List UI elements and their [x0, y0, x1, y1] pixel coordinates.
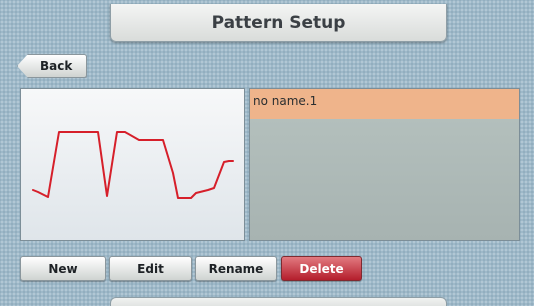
pattern-waveform-line: [32, 131, 234, 199]
delete-button[interactable]: Delete: [281, 256, 362, 281]
list-item-label: no name.1: [253, 94, 318, 108]
new-button[interactable]: New: [20, 256, 106, 281]
back-button[interactable]: Back: [17, 54, 87, 78]
bottom-tab: [110, 297, 447, 306]
edit-button[interactable]: Edit: [109, 256, 192, 281]
pattern-preview: [20, 88, 245, 241]
pattern-list[interactable]: no name.1: [249, 88, 520, 241]
list-item[interactable]: no name.1: [250, 89, 519, 119]
pattern-waveform: [32, 131, 234, 199]
page-title: Pattern Setup: [110, 4, 447, 42]
rename-button[interactable]: Rename: [195, 256, 277, 281]
